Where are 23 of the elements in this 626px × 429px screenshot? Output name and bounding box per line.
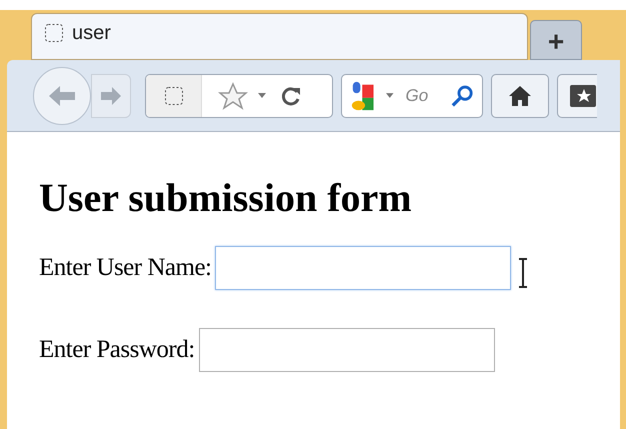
forward-button[interactable] xyxy=(91,74,131,118)
star-icon xyxy=(218,82,248,110)
text-field[interactable] xyxy=(215,246,512,290)
home-button[interactable] xyxy=(491,74,549,118)
dropdown-icon xyxy=(258,93,266,98)
browser-tab[interactable]: user xyxy=(31,13,528,60)
new-tab-button[interactable]: + xyxy=(530,20,582,60)
right-arrow-icon xyxy=(99,84,123,106)
text-cursor-icon xyxy=(517,258,530,288)
search-icon xyxy=(450,82,474,108)
page-icon xyxy=(44,22,64,42)
page-heading: User submission form xyxy=(39,178,413,218)
site-icon xyxy=(164,86,184,106)
reload-icon xyxy=(280,84,302,106)
dropdown-icon xyxy=(386,93,394,98)
address-bar[interactable] xyxy=(145,74,333,118)
bookmarks-button[interactable] xyxy=(557,74,597,118)
field-label: Enter Password: xyxy=(39,335,195,366)
text-field[interactable] xyxy=(198,328,495,372)
search-field[interactable]: Go xyxy=(406,82,446,108)
home-icon xyxy=(508,84,532,106)
field-label: Enter User Name: xyxy=(39,253,212,284)
tab-title: user xyxy=(72,20,111,46)
